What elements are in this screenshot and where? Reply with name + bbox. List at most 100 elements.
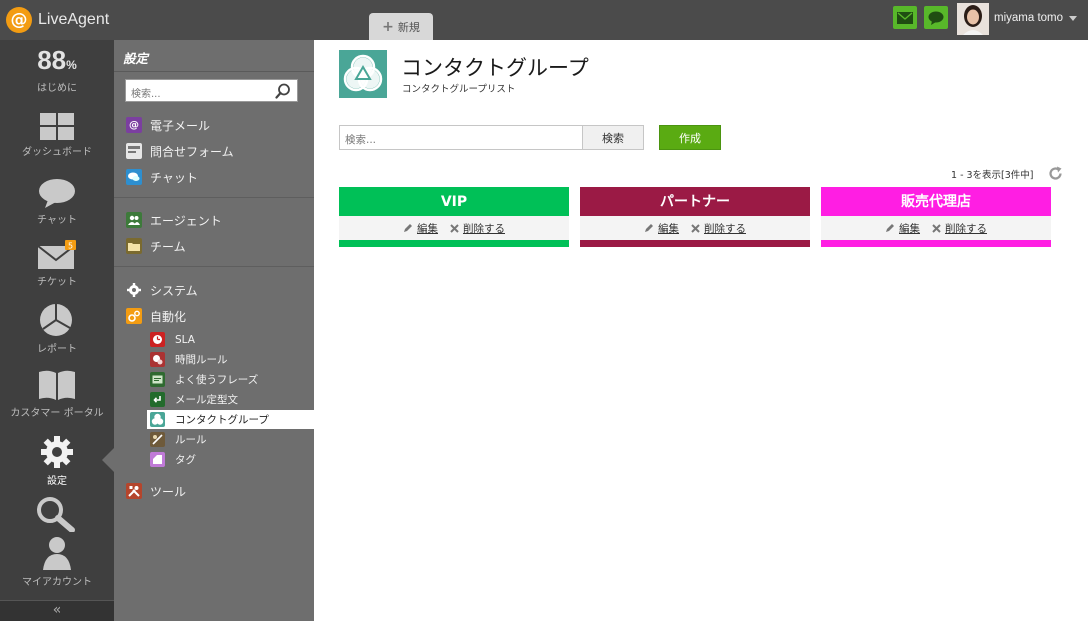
nav-label: はじめに <box>37 83 77 94</box>
time-rule-icon <box>150 352 165 367</box>
sidebar-subitem-email-templates[interactable]: メール定型文 <box>147 390 314 409</box>
active-nav-pointer <box>102 448 114 472</box>
sidebar-item-label: 問合せフォーム <box>150 144 234 159</box>
nav-dashboard[interactable]: ダッシュボード <box>0 113 114 158</box>
automation-icon <box>126 308 142 324</box>
contact-group-icon <box>339 50 387 98</box>
user-name-menu[interactable]: miyama tomo <box>994 12 1063 24</box>
card-color-bar <box>821 240 1051 247</box>
search-placeholder: 検索... <box>345 134 377 146</box>
envelope-icon <box>897 11 913 24</box>
chevron-down-icon[interactable] <box>1069 16 1077 21</box>
main-content: コンタクトグループ コンタクトグループリスト 検索... 検索 作成 1 - 3… <box>314 40 1088 621</box>
delete-link[interactable]: 削除する <box>932 221 987 236</box>
divider <box>114 197 314 198</box>
book-icon <box>39 370 75 400</box>
phrase-icon <box>150 372 165 387</box>
sidebar-item-email[interactable]: @ 電子メール <box>126 115 210 135</box>
chat-icon <box>126 169 142 185</box>
close-icon <box>450 223 459 233</box>
sidebar-search-input[interactable]: 検索... <box>125 79 298 102</box>
sidebar-subitem-label: ルール <box>175 434 207 446</box>
group-name[interactable]: VIP <box>339 187 569 216</box>
search-button[interactable]: 検索 <box>582 125 644 150</box>
app-brand: LiveAgent <box>38 11 110 28</box>
nav-customer-portal[interactable]: カスタマー ポータル <box>0 369 114 419</box>
settings-sidebar: 設定 検索... @ 電子メール 問合せフォーム チャット エージェント チーム <box>114 40 314 621</box>
agents-icon <box>126 212 142 228</box>
search-placeholder: 検索... <box>131 89 161 100</box>
card-actions: 編集 削除する <box>339 216 569 240</box>
nav-my-account[interactable]: マイアカウント <box>0 534 114 588</box>
delete-link[interactable]: 削除する <box>691 221 746 236</box>
edit-link[interactable]: 編集 <box>885 221 920 236</box>
group-name[interactable]: 販売代理店 <box>821 187 1051 216</box>
collapse-nav-button[interactable]: « <box>0 600 114 621</box>
sidebar-title: 設定 <box>123 51 149 66</box>
sidebar-item-chat[interactable]: チャット <box>126 167 198 187</box>
edit-link[interactable]: 編集 <box>403 221 438 236</box>
contact-group-card[interactable]: VIP 編集 削除する <box>339 187 569 247</box>
sidebar-subitem-sla[interactable]: SLA <box>147 330 314 349</box>
sidebar-item-teams[interactable]: チーム <box>126 236 186 256</box>
sidebar-subitem-predefined-phrases[interactable]: よく使うフレーズ <box>147 370 314 389</box>
new-tab-button[interactable]: + 新規 <box>369 13 433 40</box>
sidebar-subitem-tags[interactable]: タグ <box>147 450 314 469</box>
dashboard-icon <box>40 113 74 140</box>
nav-tickets[interactable]: 5 チケット <box>0 240 114 288</box>
nav-label: ダッシュボード <box>22 147 92 158</box>
sidebar-item-agents[interactable]: エージェント <box>126 210 222 230</box>
search-icon[interactable] <box>275 83 291 99</box>
group-name[interactable]: パートナー <box>580 187 810 216</box>
card-color-bar <box>339 240 569 247</box>
result-count: 1 - 3を表示[3件中] <box>951 170 1034 181</box>
close-icon <box>932 223 941 233</box>
nav-getting-started[interactable]: 88% はじめに <box>0 45 114 94</box>
sidebar-item-tools[interactable]: ツール <box>126 481 186 501</box>
main-navigation: 88% はじめに ダッシュボード チャット 5 チケット レポート カスタマー … <box>0 40 114 621</box>
gear-icon <box>41 436 73 468</box>
search-input[interactable]: 検索... <box>339 125 583 150</box>
page-subtitle: コンタクトグループリスト <box>402 84 516 95</box>
gear-icon <box>126 282 142 298</box>
nav-chat[interactable]: チャット <box>0 178 114 226</box>
sidebar-item-label: 電子メール <box>150 118 211 133</box>
sidebar-subitem-label: メール定型文 <box>175 394 238 406</box>
close-icon <box>691 223 700 233</box>
refresh-icon[interactable] <box>1048 166 1063 181</box>
sidebar-subitem-contact-groups[interactable]: コンタクトグループ <box>147 410 314 429</box>
nav-reports[interactable]: レポート <box>0 303 114 355</box>
contact-group-card[interactable]: 販売代理店 編集 削除する <box>821 187 1051 247</box>
sidebar-item-system[interactable]: システム <box>126 280 198 300</box>
form-icon <box>126 143 142 159</box>
sidebar-item-contact-forms[interactable]: 問合せフォーム <box>126 141 234 161</box>
nav-settings[interactable]: 設定 <box>0 435 114 487</box>
sidebar-item-label: チーム <box>150 239 186 254</box>
template-icon <box>150 392 165 407</box>
divider <box>114 266 314 267</box>
edit-link[interactable]: 編集 <box>644 221 679 236</box>
nav-label: カスタマー ポータル <box>10 408 104 419</box>
delete-link[interactable]: 削除する <box>450 221 505 236</box>
chat-notification-button[interactable] <box>924 6 948 29</box>
contact-group-card[interactable]: パートナー 編集 削除する <box>580 187 810 247</box>
divider <box>114 71 314 72</box>
search-icon <box>37 497 75 532</box>
nav-search[interactable] <box>0 496 114 532</box>
svg-text:5: 5 <box>68 242 73 251</box>
sidebar-item-label: システム <box>150 283 198 298</box>
avatar[interactable] <box>957 3 989 35</box>
nav-label: チャット <box>37 215 77 226</box>
top-bar: @ LiveAgent + 新規 miyama tomo <box>0 0 1088 40</box>
app-logo[interactable]: @ LiveAgent <box>6 7 109 33</box>
logo-icon: @ <box>6 7 32 33</box>
tag-icon <box>150 452 165 467</box>
sidebar-subitem-rules[interactable]: ルール <box>147 430 314 449</box>
card-actions: 編集 削除する <box>821 216 1051 240</box>
sidebar-item-automation[interactable]: 自動化 <box>126 306 186 326</box>
sidebar-subitem-time-rules[interactable]: 時間ルール <box>147 350 314 369</box>
at-icon: @ <box>126 117 142 133</box>
create-button[interactable]: 作成 <box>659 125 721 150</box>
pencil-icon <box>645 224 653 232</box>
email-notification-button[interactable] <box>893 6 917 29</box>
